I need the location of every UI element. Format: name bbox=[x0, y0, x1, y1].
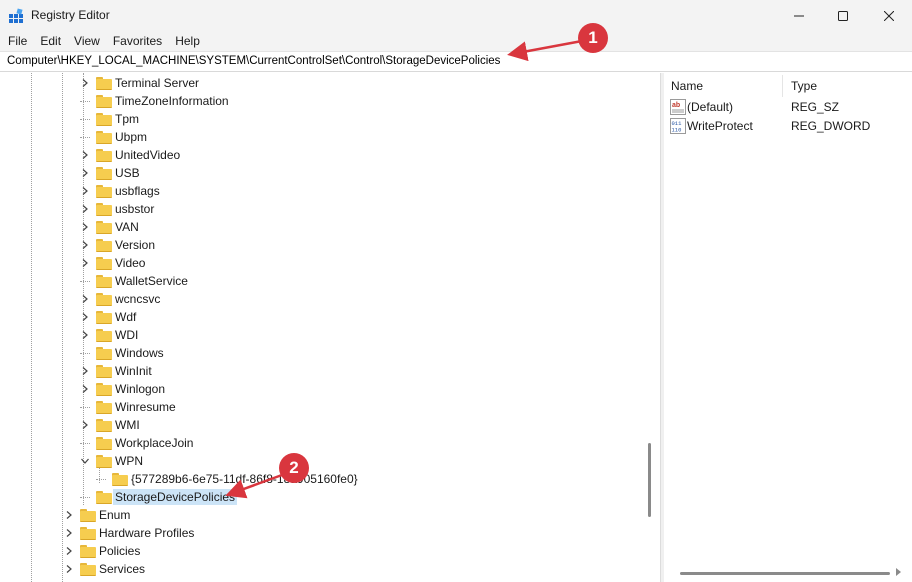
annotation-arrow-1 bbox=[507, 39, 583, 62]
annotation-arrows bbox=[225, 39, 583, 499]
annotation-badge-2: 2 bbox=[279, 453, 309, 483]
annotation-badge-1: 1 bbox=[578, 23, 608, 53]
annotation-arrow-2 bbox=[225, 473, 283, 499]
